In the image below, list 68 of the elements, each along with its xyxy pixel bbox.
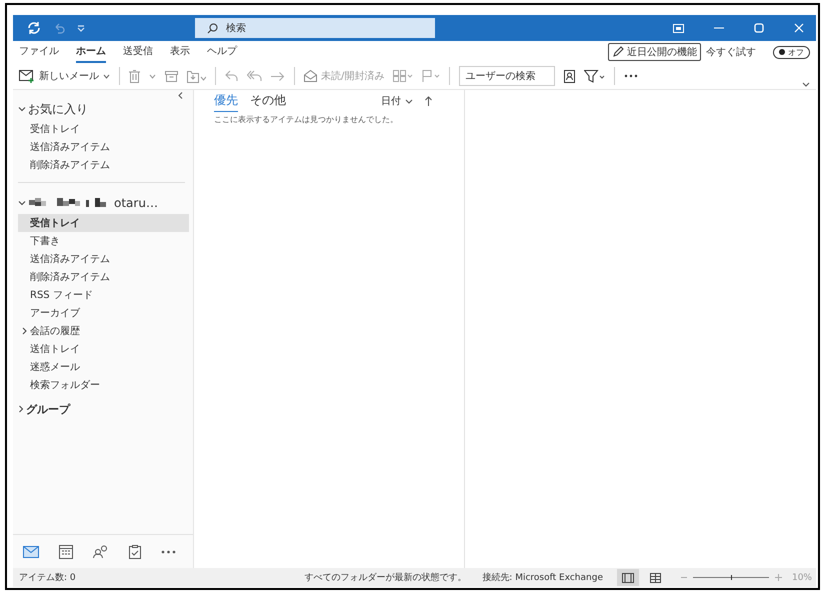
calendar-icon[interactable] [59, 544, 73, 558]
item-count: アイテム数: 0 [19, 572, 76, 584]
envelope-plus-icon [19, 70, 35, 82]
sync-icon[interactable] [27, 21, 41, 35]
window-mode-icon[interactable] [673, 24, 684, 32]
chevron-right-icon [22, 327, 27, 335]
folder-item[interactable]: 検索フォルダー [18, 376, 189, 394]
restore-icon[interactable] [754, 23, 764, 33]
coming-soon-label: 近日公開の機能 [627, 46, 697, 59]
address-book-icon[interactable] [564, 70, 576, 82]
trash-icon[interactable] [129, 70, 140, 82]
close-icon[interactable] [794, 23, 804, 33]
folder-item[interactable]: アーカイブ [18, 304, 189, 322]
folder-item[interactable]: 送信トレイ [18, 340, 189, 358]
folder-item[interactable]: 受信トレイ [18, 120, 189, 138]
folder-item[interactable]: 削除済みアイテム [18, 156, 189, 174]
people-search-field[interactable]: ユーザーの検索 [459, 66, 556, 86]
collapse-icon[interactable] [178, 92, 183, 99]
inbox-tab[interactable]: 優先 [214, 90, 238, 112]
menu-tab[interactable]: 表示 [170, 41, 190, 63]
sync-status: すべてのフォルダーが最新の状態です。 [304, 572, 466, 584]
zoom-level: 10% [792, 572, 812, 582]
chevron-down-icon [18, 105, 26, 113]
toggle-switch[interactable]: オフ [773, 46, 810, 58]
connection-status: 接続先: Microsoft Exchange [482, 572, 603, 584]
groups-header[interactable]: グループ [18, 400, 189, 418]
menu-tab[interactable]: ヘルプ [207, 41, 237, 63]
chevron-down-icon[interactable] [802, 82, 810, 87]
folder-item[interactable]: 会話の履歴 [18, 322, 189, 340]
dropdown-icon[interactable] [77, 24, 85, 32]
folder-item[interactable]: 受信トレイ [18, 214, 189, 232]
tasks-icon[interactable] [129, 544, 141, 558]
folder-item[interactable]: 送信済みアイテム [18, 138, 189, 156]
folder-item[interactable]: RSS フィード [18, 286, 189, 304]
empty-message: ここに表示するアイテムは見つかりませんでした。 [214, 114, 399, 125]
arrow-up-icon[interactable] [425, 96, 432, 106]
search-field[interactable]: 検索 [195, 18, 435, 38]
search-icon [207, 22, 218, 34]
sort-button[interactable]: 日付 [381, 94, 413, 108]
menu-tab[interactable]: ホーム [76, 41, 106, 63]
archive-icon[interactable] [165, 70, 178, 82]
filter-icon[interactable] [584, 70, 606, 82]
move-folder-icon[interactable] [187, 70, 206, 82]
chevron-down-icon [18, 199, 26, 207]
search-input[interactable]: 検索 [226, 22, 423, 34]
pen-icon [612, 46, 624, 58]
menu-tab[interactable]: 送受信 [123, 41, 153, 63]
open-envelope-icon [304, 70, 317, 82]
try-now-label: 今すぐ試す [706, 46, 756, 59]
more-icon[interactable] [161, 550, 176, 554]
menu-tab[interactable]: ファイル [19, 41, 59, 63]
mail-icon[interactable] [23, 546, 39, 558]
inbox-tab[interactable]: その他 [250, 90, 286, 112]
folder-item[interactable]: 送信済みアイテム [18, 250, 189, 268]
new-mail-button[interactable]: 新しいメール [19, 69, 110, 83]
folder-item[interactable]: 迷惑メール [18, 358, 189, 376]
caret-icon[interactable] [149, 74, 156, 78]
account-header[interactable]: otaru… [18, 192, 189, 214]
more-icon[interactable] [624, 74, 638, 78]
favorites-header[interactable]: お気に入り [18, 98, 189, 120]
normal-view-icon[interactable] [616, 569, 639, 586]
caret-icon [405, 98, 413, 104]
people-icon[interactable] [93, 545, 109, 558]
caret-icon [103, 74, 110, 78]
folder-item[interactable]: 削除済みアイテム [18, 268, 189, 286]
coming-soon-button[interactable]: 近日公開の機能 [608, 43, 701, 61]
chevron-right-icon [18, 405, 24, 413]
folder-item[interactable]: 下書き [18, 232, 189, 250]
